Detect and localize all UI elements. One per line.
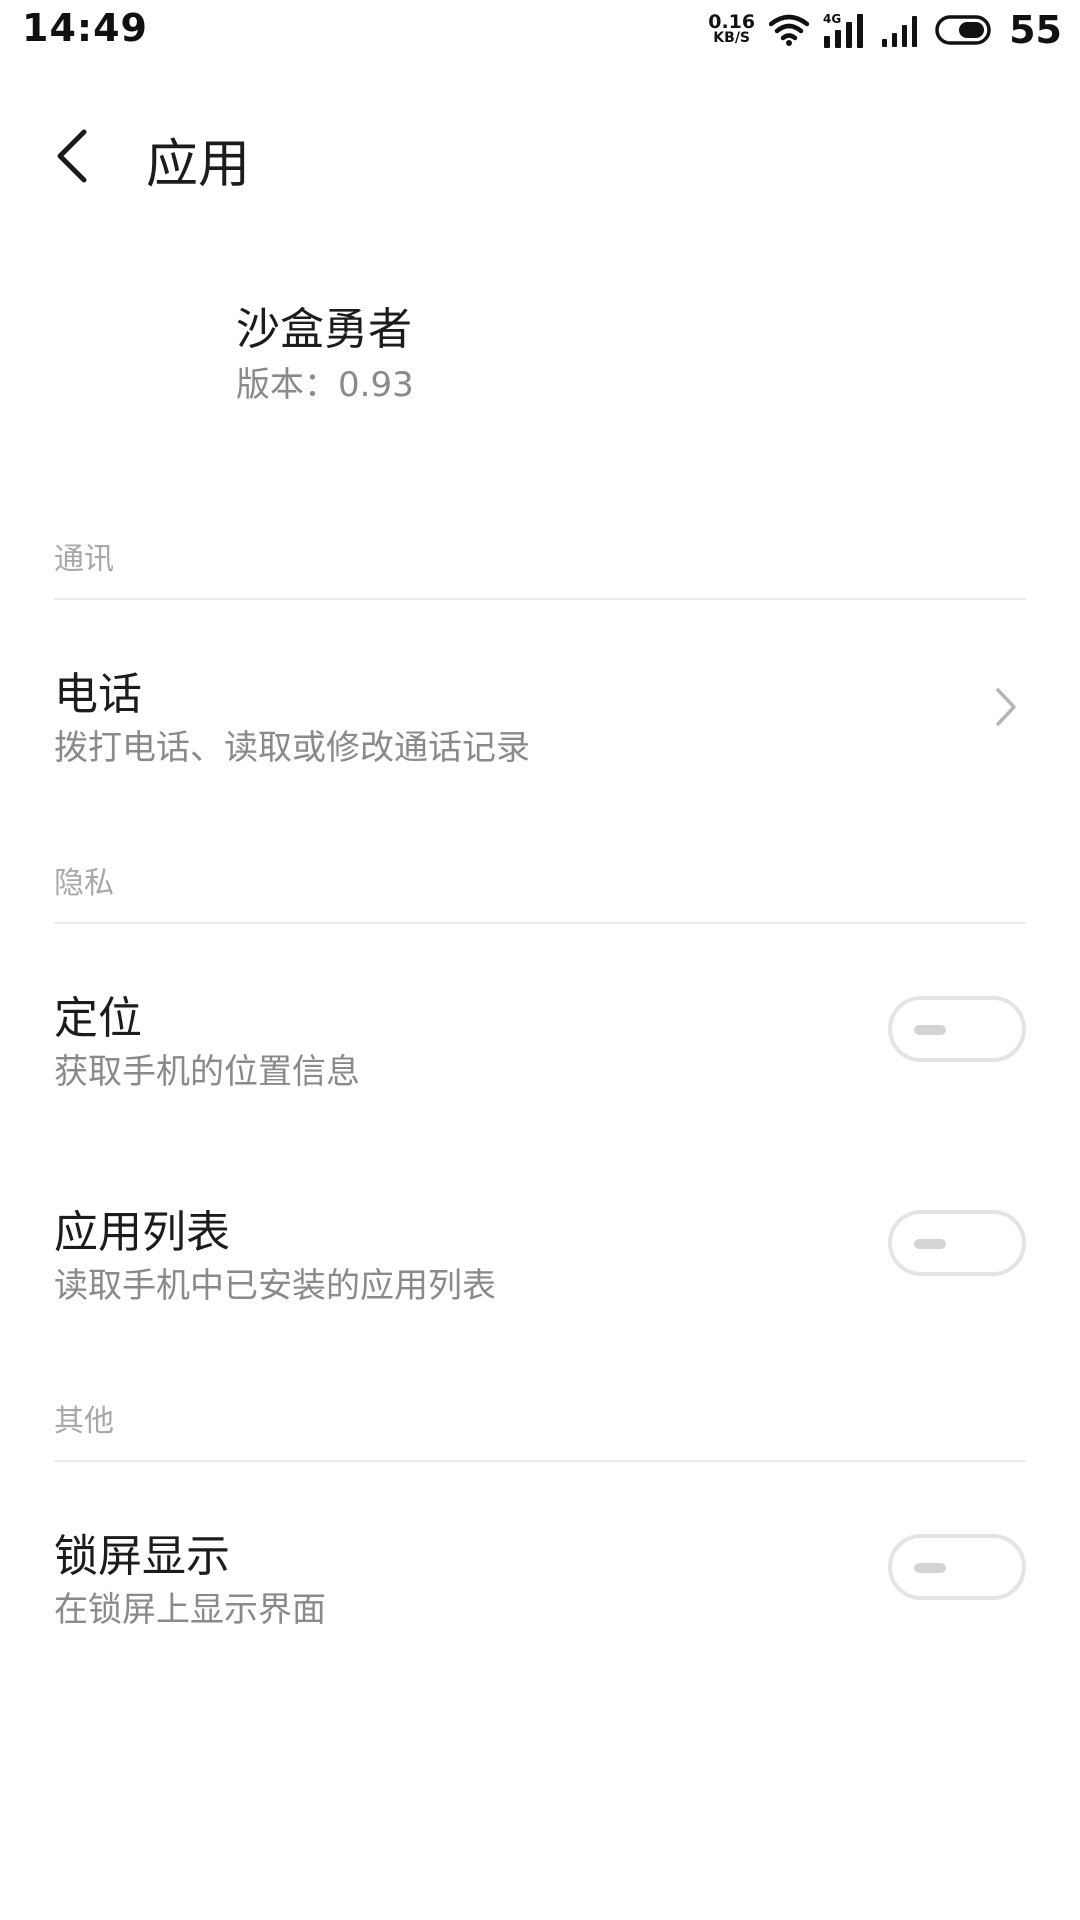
permission-title: 锁屏显示 <box>54 1531 230 1582</box>
divider <box>54 598 1026 600</box>
net-speed-unit: KB/S <box>713 30 751 46</box>
section-header-privacy: 隐私 <box>54 866 114 901</box>
signal-4g-icon: 4G <box>823 12 864 48</box>
permission-title: 电话 <box>54 669 142 720</box>
chevron-left-icon <box>57 129 87 183</box>
status-bar: 14:49 0.16 KB/S 4G 55 <box>0 0 1080 62</box>
permission-description: 读取手机中已安装的应用列表 <box>54 1266 496 1306</box>
permission-row-location: 定位 获取手机的位置信息 <box>0 956 1080 1106</box>
chevron-right-icon <box>996 688 1016 726</box>
permission-row-app-list: 应用列表 读取手机中已安装的应用列表 <box>0 1170 1080 1320</box>
status-time: 14:49 <box>22 6 148 50</box>
net-speed-value: 0.16 <box>708 11 756 33</box>
back-button[interactable] <box>40 116 104 196</box>
location-toggle[interactable] <box>888 996 1026 1062</box>
app-name: 沙盒勇者 <box>236 304 412 355</box>
divider <box>54 922 1026 924</box>
network-type-label: 4G <box>823 12 841 26</box>
permission-title: 应用列表 <box>54 1207 230 1258</box>
toggle-knob <box>914 1025 946 1035</box>
divider <box>54 1460 1026 1462</box>
battery-level: 55 <box>1009 8 1062 52</box>
signal-icon <box>882 16 918 47</box>
lock-screen-toggle[interactable] <box>888 1534 1026 1600</box>
permission-row-phone[interactable]: 电话 拨打电话、读取或修改通话记录 <box>0 632 1080 782</box>
permission-row-lock-screen: 锁屏显示 在锁屏上显示界面 <box>0 1494 1080 1644</box>
permission-title: 定位 <box>54 993 142 1044</box>
battery-icon <box>935 15 991 45</box>
app-header: 应用 <box>0 100 1080 212</box>
section-header-communication: 通讯 <box>54 542 114 577</box>
app-list-toggle[interactable] <box>888 1210 1026 1276</box>
permission-description: 拨打电话、读取或修改通话记录 <box>54 728 530 768</box>
net-speed: 0.16 KB/S <box>708 11 756 47</box>
permission-description: 在锁屏上显示界面 <box>54 1590 326 1630</box>
wifi-icon <box>769 14 810 46</box>
status-icons: 0.16 KB/S 4G 55 <box>708 6 1062 54</box>
section-header-other: 其他 <box>54 1404 114 1439</box>
permission-description: 获取手机的位置信息 <box>54 1052 360 1092</box>
toggle-knob <box>914 1563 946 1573</box>
app-version: 版本：0.93 <box>236 365 414 405</box>
app-info: 沙盒勇者 版本：0.93 <box>236 300 414 410</box>
page-title: 应用 <box>146 135 251 195</box>
toggle-knob <box>914 1239 946 1249</box>
